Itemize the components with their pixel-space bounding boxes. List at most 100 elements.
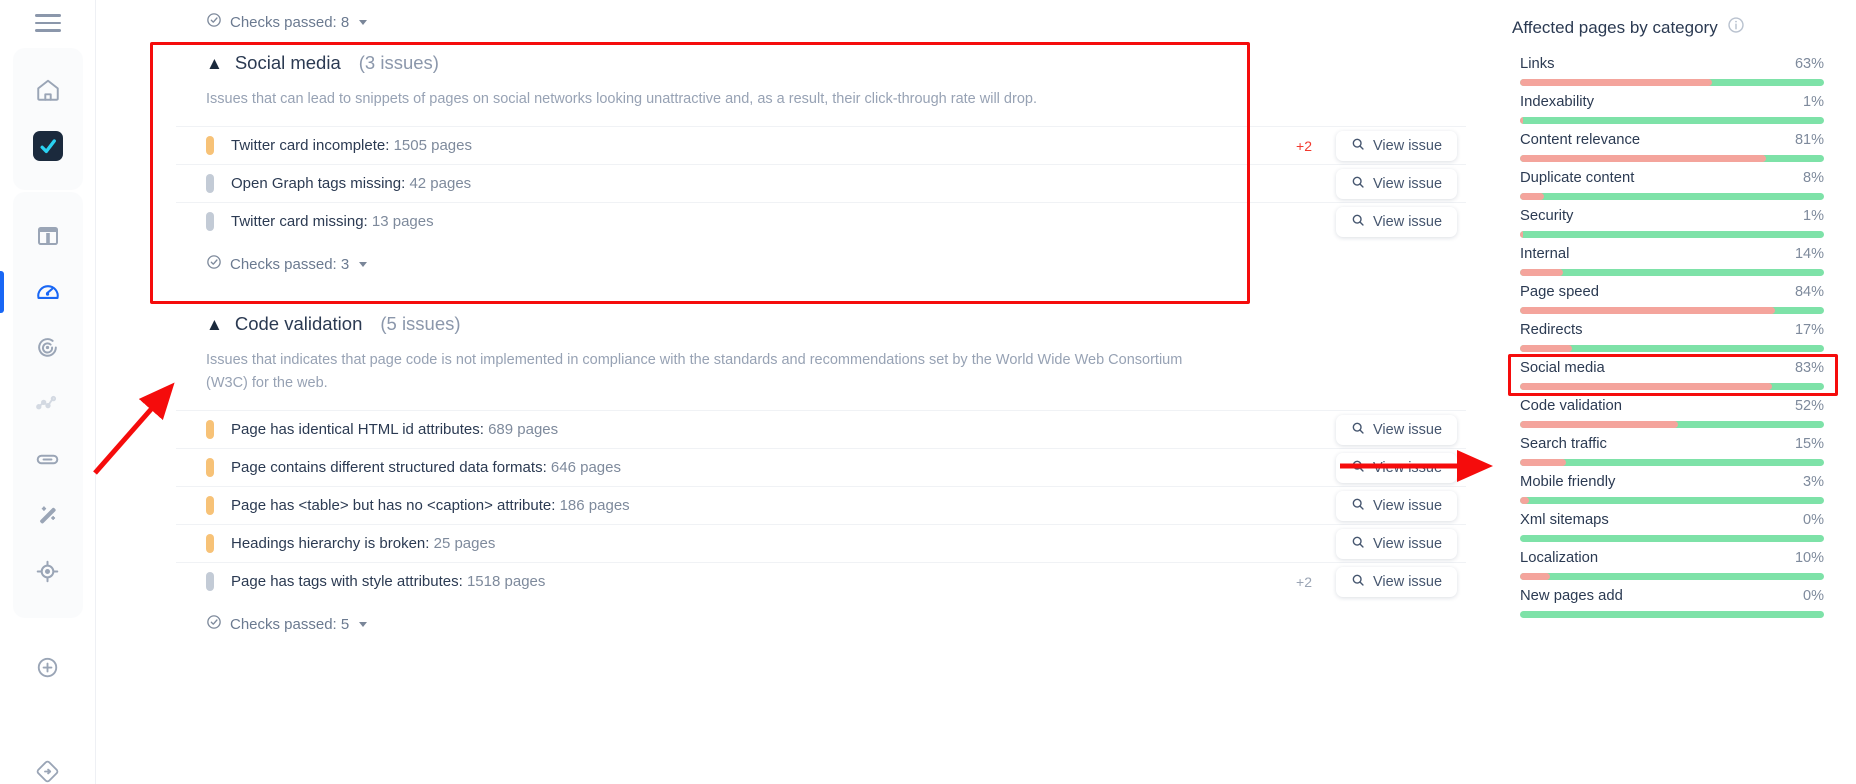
category-progress-fill bbox=[1520, 269, 1563, 276]
table-row[interactable]: Page has <table> but has no <caption> at… bbox=[176, 486, 1466, 524]
hamburger-line bbox=[34, 29, 61, 32]
info-circle-icon[interactable] bbox=[1727, 16, 1745, 39]
table-row[interactable]: Page has tags with style attributes: 151… bbox=[176, 562, 1466, 600]
view-issue-button[interactable]: View issue bbox=[1336, 490, 1458, 521]
category-name: Localization bbox=[1520, 550, 1599, 566]
severity-indicator bbox=[206, 572, 214, 592]
category-row-top: Code validation 52% bbox=[1520, 398, 1824, 414]
category-row-top: Localization 10% bbox=[1520, 550, 1824, 566]
view-issue-button[interactable]: View issue bbox=[1336, 130, 1458, 161]
table-row[interactable]: Open Graph tags missing: 42 pages View i… bbox=[176, 164, 1466, 202]
chevron-down-icon[interactable] bbox=[359, 19, 368, 25]
category-progress-bar bbox=[1520, 345, 1824, 352]
search-icon bbox=[1351, 421, 1365, 439]
section-code-validation-description: Issues that indicates that page code is … bbox=[206, 352, 1183, 391]
magic-wand-icon bbox=[35, 503, 60, 528]
chevron-down-icon[interactable] bbox=[359, 262, 368, 268]
table-row[interactable]: Twitter card missing: 13 pages View issu… bbox=[176, 202, 1466, 240]
checks-passed-top[interactable]: Checks passed: 8 bbox=[176, 0, 1466, 34]
sidebar-item-dashboard[interactable] bbox=[13, 208, 83, 264]
category-row[interactable]: Page speed 84% bbox=[1512, 284, 1830, 314]
category-row[interactable]: Code validation 52% bbox=[1512, 398, 1830, 428]
category-row[interactable]: Redirects 17% bbox=[1512, 322, 1830, 352]
category-row-top: Redirects 17% bbox=[1520, 322, 1824, 338]
search-icon bbox=[1351, 497, 1365, 515]
table-row[interactable]: Page has identical HTML id attributes: 6… bbox=[176, 410, 1466, 448]
table-row[interactable]: Headings hierarchy is broken: 25 pages V… bbox=[176, 524, 1466, 562]
category-progress-bar bbox=[1520, 497, 1824, 504]
view-issue-button[interactable]: View issue bbox=[1336, 452, 1458, 483]
sidebar-item-backlinks[interactable] bbox=[13, 432, 83, 488]
checks-passed-code-validation[interactable]: Checks passed: 5 bbox=[176, 600, 1466, 635]
view-issue-button[interactable]: View issue bbox=[1336, 414, 1458, 445]
category-progress-fill bbox=[1520, 231, 1524, 238]
sidebar-item-competitors[interactable] bbox=[13, 544, 83, 600]
sidebar-item-rank-tracker[interactable] bbox=[13, 320, 83, 376]
sidebar-item-brand-logo[interactable] bbox=[13, 118, 83, 174]
category-name: Code validation bbox=[1520, 398, 1623, 414]
view-issue-button[interactable]: View issue bbox=[1336, 528, 1458, 559]
table-row[interactable]: Page contains different structured data … bbox=[176, 448, 1466, 486]
category-progress-fill bbox=[1520, 383, 1773, 390]
rail-group-primary bbox=[12, 47, 83, 190]
category-row[interactable]: Social media 83% bbox=[1508, 354, 1838, 396]
category-row[interactable]: Content relevance 81% bbox=[1512, 132, 1830, 162]
issue-pages: 1505 pages bbox=[393, 137, 472, 155]
search-icon bbox=[1351, 459, 1365, 477]
view-issue-button[interactable]: View issue bbox=[1336, 206, 1458, 237]
category-row[interactable]: Indexability 1% bbox=[1512, 94, 1830, 124]
section-code-validation-header[interactable]: ▲ Code validation (5 issues) bbox=[176, 295, 1466, 335]
severity-indicator bbox=[206, 534, 214, 554]
view-issue-button[interactable]: View issue bbox=[1336, 566, 1458, 597]
severity-indicator bbox=[206, 174, 214, 194]
category-row[interactable]: Links 63% bbox=[1512, 56, 1830, 86]
category-row[interactable]: New pages add 0% bbox=[1512, 588, 1830, 618]
section-social-media: ▲ Social media (3 issues) Issues that ca… bbox=[176, 34, 1466, 276]
category-row[interactable]: Xml sitemaps 0% bbox=[1512, 512, 1830, 542]
category-row-top: New pages add 0% bbox=[1520, 588, 1824, 604]
sidebar-item-site-audit[interactable] bbox=[0, 264, 83, 320]
category-row[interactable]: Internal 14% bbox=[1512, 246, 1830, 276]
category-row-top: Xml sitemaps 0% bbox=[1520, 512, 1824, 528]
view-issue-label: View issue bbox=[1373, 573, 1443, 590]
chevron-down-icon[interactable] bbox=[359, 622, 368, 628]
category-progress-bar bbox=[1520, 611, 1824, 618]
sidebar-item-home[interactable] bbox=[13, 62, 83, 118]
sidebar-item-navigate[interactable] bbox=[13, 744, 83, 784]
search-icon bbox=[1351, 573, 1365, 591]
category-row[interactable]: Mobile friendly 3% bbox=[1512, 474, 1830, 504]
chevron-up-icon[interactable]: ▲ bbox=[206, 316, 223, 333]
table-row[interactable]: Twitter card incomplete: 1505 pages +2 V… bbox=[176, 126, 1466, 164]
category-progress-bar bbox=[1520, 231, 1824, 238]
section-code-validation: ▲ Code validation (5 issues) Issues that… bbox=[176, 295, 1466, 636]
checks-passed-social-media[interactable]: Checks passed: 3 bbox=[176, 240, 1466, 275]
category-percent: 10% bbox=[1794, 550, 1824, 566]
category-progress-bar bbox=[1520, 535, 1824, 542]
category-progress-fill bbox=[1520, 307, 1776, 314]
section-social-media-description: Issues that can lead to snippets of page… bbox=[206, 91, 1037, 107]
chevron-up-icon[interactable]: ▲ bbox=[206, 55, 223, 72]
category-name: Internal bbox=[1520, 246, 1570, 262]
category-row[interactable]: Security 1% bbox=[1512, 208, 1830, 238]
hamburger-menu-icon[interactable] bbox=[26, 14, 70, 32]
issue-pages: 186 pages bbox=[559, 497, 630, 515]
crosshair-icon bbox=[35, 559, 60, 584]
issue-label: Open Graph tags missing: 42 pages bbox=[231, 175, 472, 193]
view-issue-label: View issue bbox=[1373, 459, 1443, 476]
view-issue-label: View issue bbox=[1373, 497, 1443, 514]
sidebar-item-tools[interactable] bbox=[13, 488, 83, 544]
category-percent: 0% bbox=[1803, 588, 1824, 604]
category-progress-bar bbox=[1520, 383, 1824, 390]
category-row[interactable]: Duplicate content 8% bbox=[1512, 170, 1830, 200]
category-progress-bar bbox=[1520, 193, 1824, 200]
category-name: Content relevance bbox=[1520, 132, 1641, 148]
section-social-media-header[interactable]: ▲ Social media (3 issues) bbox=[176, 34, 1466, 74]
category-row[interactable]: Search traffic 15% bbox=[1512, 436, 1830, 466]
view-issue-button[interactable]: View issue bbox=[1336, 168, 1458, 199]
sidebar-item-analytics[interactable] bbox=[13, 376, 83, 432]
category-row[interactable]: Localization 10% bbox=[1512, 550, 1830, 580]
sidebar-item-add-project[interactable] bbox=[13, 640, 83, 696]
issue-pages: 25 pages bbox=[433, 535, 496, 553]
category-row-top: Mobile friendly 3% bbox=[1520, 474, 1824, 490]
category-progress-bar bbox=[1520, 269, 1824, 276]
